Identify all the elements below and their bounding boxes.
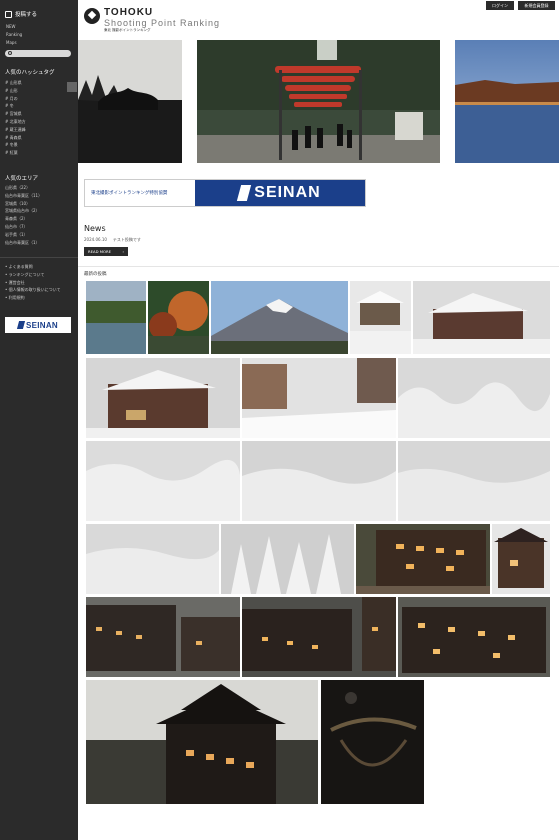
- site-logo[interactable]: TOHOKU Shooting Point Ranking 東北 撮影ポイントラ…: [84, 8, 220, 33]
- signup-button[interactable]: 新規会員登録: [518, 1, 555, 10]
- hero-slide-main[interactable]: [197, 40, 440, 163]
- logo-title: TOHOKU: [104, 7, 154, 18]
- hashtag-item[interactable]: # 蔵王連峰: [5, 126, 26, 134]
- post-thumbnail[interactable]: [148, 281, 209, 354]
- sponsor-name: SEINAN: [25, 320, 59, 330]
- post-button[interactable]: 投稿する: [5, 10, 37, 18]
- hero-photo: [455, 40, 559, 163]
- edit-icon: [5, 10, 12, 18]
- news-item[interactable]: 2024.06.10 テスト投稿です: [84, 237, 141, 243]
- post-thumbnail[interactable]: [221, 524, 354, 594]
- post-thumbnail[interactable]: [398, 597, 550, 677]
- hashtag-item[interactable]: # 宮城県: [5, 110, 26, 118]
- latest-title: 最新の投稿: [84, 272, 107, 277]
- read-more-button[interactable]: READ MORE ›: [84, 247, 128, 256]
- post-thumbnail[interactable]: [86, 358, 240, 438]
- post-thumbnail[interactable]: [242, 597, 396, 677]
- sidebar-nav: NEW Ranking Maps: [6, 23, 22, 47]
- post-thumbnail[interactable]: [211, 281, 348, 354]
- section-divider: [78, 266, 559, 267]
- sidebar-divider: [0, 257, 78, 258]
- nav-maps[interactable]: Maps: [6, 39, 22, 47]
- post-thumbnail[interactable]: [321, 680, 424, 804]
- post-thumbnail[interactable]: [398, 441, 550, 521]
- area-item[interactable]: 宮城県（10）: [5, 200, 42, 208]
- search-input[interactable]: [5, 50, 71, 57]
- hashtag-item[interactable]: # 北東地方: [5, 118, 26, 126]
- area-item[interactable]: 宮城県仙台市（2）: [5, 207, 42, 215]
- hashtag-item[interactable]: # 青森県: [5, 134, 26, 142]
- footer-links: • よくある質問 • ランキングについて • 運営会社 • 個人情報の取り扱いに…: [5, 263, 61, 302]
- post-thumbnail[interactable]: [398, 358, 550, 438]
- nav-ranking[interactable]: Ranking: [6, 31, 22, 39]
- areas-title: 人気のエリア: [5, 176, 39, 182]
- seinan-mark-icon: [237, 185, 252, 201]
- area-item[interactable]: 仙台市青葉区（11）: [5, 192, 42, 200]
- post-thumbnail[interactable]: [86, 281, 146, 354]
- banner-text: 東北撮影ポイントランキング特別協賛: [85, 180, 195, 206]
- post-thumbnail[interactable]: [86, 680, 318, 804]
- hashtags-title: 人気のハッシュタグ: [5, 70, 55, 76]
- post-thumbnail[interactable]: [242, 358, 396, 438]
- link-terms[interactable]: • 利用規約: [5, 294, 61, 302]
- hero-slide-right[interactable]: [455, 40, 559, 163]
- news-title: News: [84, 224, 106, 233]
- login-button[interactable]: ログイン: [486, 1, 514, 10]
- post-thumbnail[interactable]: [86, 597, 240, 677]
- hashtag-item[interactable]: # 山形: [5, 87, 26, 95]
- post-label: 投稿する: [15, 12, 38, 18]
- post-thumbnail[interactable]: [492, 524, 550, 594]
- hashtag-item[interactable]: # 紅葉: [5, 149, 26, 157]
- banner-brand: SEINAN: [254, 184, 321, 201]
- logo-subtitle: Shooting Point Ranking: [104, 18, 221, 28]
- hashtag-item[interactable]: # 月の: [5, 95, 26, 103]
- news-text: テスト投稿です: [112, 237, 141, 242]
- area-list: 山形県（22） 仙台市青葉区（11） 宮城県（10） 宮城県仙台市（2） 青森県…: [5, 184, 42, 246]
- link-privacy[interactable]: • 個人情報の取り扱いについて: [5, 286, 61, 294]
- post-thumbnail[interactable]: [242, 441, 396, 521]
- read-more-label: READ MORE: [88, 249, 112, 254]
- area-item[interactable]: 仙台市青葉区（1）: [5, 239, 42, 247]
- area-item[interactable]: 山形県（22）: [5, 184, 42, 192]
- hashtag-item[interactable]: # 冬: [5, 102, 26, 110]
- link-company[interactable]: • 運営会社: [5, 279, 61, 287]
- area-item[interactable]: 青森県（2）: [5, 215, 42, 223]
- sidebar-handle[interactable]: [67, 82, 77, 92]
- post-thumbnail[interactable]: [413, 281, 550, 354]
- logo-caption: 東北 撮影ポイントランキング: [104, 28, 151, 32]
- news-date: 2024.06.10: [84, 237, 107, 242]
- hero-photo: [197, 40, 440, 163]
- hero-photo: [78, 40, 182, 163]
- link-about-ranking[interactable]: • ランキングについて: [5, 271, 61, 279]
- hero-slide-left[interactable]: [78, 40, 182, 163]
- post-thumbnail[interactable]: [86, 441, 240, 521]
- nav-new[interactable]: NEW: [6, 23, 22, 31]
- area-item[interactable]: 岩手県（1）: [5, 231, 42, 239]
- link-faq[interactable]: • よくある質問: [5, 263, 61, 271]
- sidebar: 投稿する NEW Ranking Maps 人気のハッシュタグ # 山形県 # …: [0, 0, 78, 840]
- area-item[interactable]: 仙台市（7）: [5, 223, 42, 231]
- chevron-right-icon: ›: [122, 249, 124, 254]
- hashtag-list: # 山形県 # 山形 # 月の # 冬 # 宮城県 # 北東地方 # 蔵王連峰 …: [5, 79, 26, 157]
- hashtag-item[interactable]: # 山形県: [5, 79, 26, 87]
- sponsor-banner[interactable]: 東北撮影ポイントランキング特別協賛 SEINAN: [84, 179, 366, 207]
- post-thumbnail[interactable]: [86, 524, 219, 594]
- search-icon: [8, 51, 12, 55]
- seinan-mark-icon: [16, 321, 26, 329]
- sponsor-logo[interactable]: SEINAN: [5, 317, 71, 333]
- post-thumbnail[interactable]: [350, 281, 411, 354]
- post-thumbnail[interactable]: [356, 524, 490, 594]
- logo-mark-icon: [84, 8, 100, 24]
- hashtag-item[interactable]: # 冬景: [5, 141, 26, 149]
